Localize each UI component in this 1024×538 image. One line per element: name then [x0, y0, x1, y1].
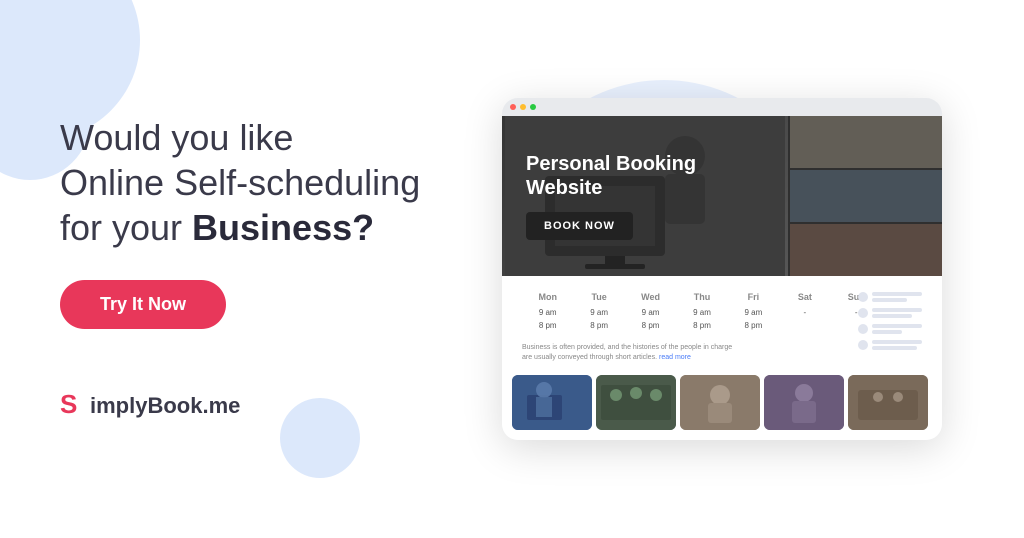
schedule-section: Mon 9 am 8 pm Tue 9 am 8 pm Wed — [522, 292, 922, 362]
time-thu-am: 9 am — [676, 307, 727, 320]
icon-row-2 — [858, 308, 922, 318]
day-sat: Sat — [779, 292, 830, 302]
photo-thumb-3 — [680, 375, 760, 430]
icon-circle-3 — [858, 324, 868, 334]
day-tue: Tue — [573, 292, 624, 302]
headline-line3-regular: for your — [60, 207, 192, 248]
try-it-now-button[interactable]: Try It Now — [60, 280, 226, 329]
headline-line3-bold: Business? — [192, 207, 374, 248]
time-mon-pm: 8 pm — [522, 320, 573, 333]
text-lines-4 — [872, 340, 922, 350]
photo-thumb-1 — [512, 375, 592, 430]
logo-simply: implyBook — [90, 393, 202, 418]
text-line-1a — [872, 292, 922, 296]
time-wed-pm: 8 pm — [625, 320, 676, 333]
time-fri-am: 9 am — [728, 307, 779, 320]
text-line-2b — [872, 314, 912, 318]
hero-overlay: Personal Booking Website BOOK NOW — [502, 116, 942, 276]
photo-thumb-5 — [848, 375, 928, 430]
schedule-grid: Mon 9 am 8 pm Tue 9 am 8 pm Wed — [522, 292, 882, 333]
time-mon-am: 9 am — [522, 307, 573, 320]
book-now-button[interactable]: BOOK NOW — [526, 212, 633, 240]
day-thu: Thu — [676, 292, 727, 302]
icon-row-1 — [858, 292, 922, 302]
browser-bar — [502, 98, 942, 116]
day-wed: Wed — [625, 292, 676, 302]
text-lines-3 — [872, 324, 922, 334]
photo-thumb-2 — [596, 375, 676, 430]
text-lines-1 — [872, 292, 922, 302]
read-more-link[interactable]: read more — [659, 354, 691, 361]
schedule-right-icons — [882, 292, 922, 362]
text-line-1b — [872, 298, 907, 302]
day-fri: Fri — [728, 292, 779, 302]
schedule-left: Mon 9 am 8 pm Tue 9 am 8 pm Wed — [522, 292, 882, 362]
headline: Would you like Online Self-scheduling fo… — [60, 115, 460, 250]
schedule-col-fri: Fri 9 am 8 pm — [728, 292, 779, 333]
time-tue-am: 9 am — [573, 307, 624, 320]
schedule-description: Business is often provided, and the hist… — [522, 343, 742, 363]
svg-text:S: S — [60, 389, 77, 417]
time-tue-pm: 8 pm — [573, 320, 624, 333]
browser-dot-yellow — [520, 104, 526, 110]
time-thu-pm: 8 pm — [676, 320, 727, 333]
browser-dot-green — [530, 104, 536, 110]
hero-title: Personal Booking Website — [526, 152, 918, 200]
hero-title-line1: Personal Booking — [526, 153, 696, 175]
logo: S implyBook.me — [60, 389, 460, 424]
time-fri-pm: 8 pm — [728, 320, 779, 333]
logo-s-icon: S — [60, 389, 86, 417]
left-section: Would you like Online Self-scheduling fo… — [60, 115, 480, 424]
browser-dot-red — [510, 104, 516, 110]
text-line-4a — [872, 340, 922, 344]
headline-line2: Online Self-scheduling — [60, 162, 420, 203]
device-mockup: Personal Booking Website BOOK NOW Mon 9 … — [502, 98, 942, 439]
headline-line1: Would you like — [60, 117, 293, 158]
text-line-3b — [872, 330, 902, 334]
time-wed-am: 9 am — [625, 307, 676, 320]
schedule-col-thu: Thu 9 am 8 pm — [676, 292, 727, 333]
logo-symbol: S — [60, 389, 86, 424]
photo-thumb-4 — [764, 375, 844, 430]
text-line-4b — [872, 346, 917, 350]
mockup-hero: Personal Booking Website BOOK NOW — [502, 116, 942, 276]
mockup-photos — [502, 375, 942, 440]
schedule-col-wed: Wed 9 am 8 pm — [625, 292, 676, 333]
icon-circle-1 — [858, 292, 868, 302]
text-line-3a — [872, 324, 922, 328]
right-section: Personal Booking Website BOOK NOW Mon 9 … — [480, 98, 964, 439]
icon-row-4 — [858, 340, 922, 350]
time-sat-am: - — [779, 307, 830, 320]
icon-row-3 — [858, 324, 922, 334]
text-line-2a — [872, 308, 922, 312]
schedule-col-tue: Tue 9 am 8 pm — [573, 292, 624, 333]
content-wrapper: Would you like Online Self-scheduling fo… — [0, 0, 1024, 538]
mockup-schedule: Mon 9 am 8 pm Tue 9 am 8 pm Wed — [502, 276, 942, 374]
text-lines-2 — [872, 308, 922, 318]
day-mon: Mon — [522, 292, 573, 302]
icon-circle-4 — [858, 340, 868, 350]
schedule-col-sat: Sat - — [779, 292, 830, 333]
hero-title-line2: Website — [526, 177, 602, 199]
icon-circle-2 — [858, 308, 868, 318]
logo-dot-me: .me — [202, 393, 240, 418]
schedule-col-mon: Mon 9 am 8 pm — [522, 292, 573, 333]
logo-text: implyBook.me — [90, 393, 240, 419]
